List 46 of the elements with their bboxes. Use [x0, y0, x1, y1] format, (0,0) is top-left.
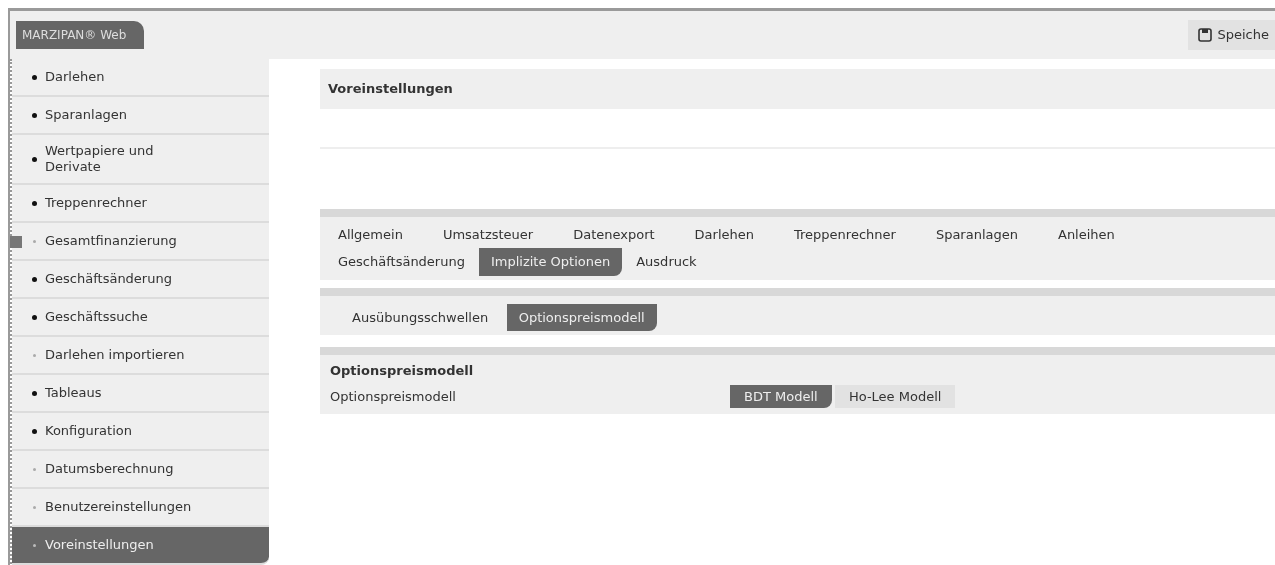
bullet-icon — [32, 504, 37, 510]
tab[interactable]: Umsatzsteuer — [430, 220, 546, 248]
bullet-icon — [32, 74, 37, 80]
option-button[interactable]: Ho-Lee Modell — [834, 384, 956, 408]
sidebar-item[interactable]: Darlehen importieren — [12, 337, 269, 375]
bullet-icon — [32, 466, 37, 472]
tab[interactable]: Implizite Optionen — [478, 248, 623, 276]
sidebar-item[interactable]: Geschäftssuche — [12, 299, 269, 337]
sidebar-item[interactable]: Datumsberechnung — [12, 451, 269, 489]
bullet-icon — [32, 156, 37, 162]
sidebar-item[interactable]: Voreinstellungen — [12, 527, 269, 565]
tab[interactable]: Treppenrechner — [782, 220, 908, 248]
sidebar-item[interactable]: Wertpapiere und Derivate — [12, 135, 269, 185]
subtab[interactable]: Optionspreismodell — [506, 303, 657, 331]
tab[interactable]: Ausdruck — [624, 248, 709, 276]
sidebar-item[interactable]: Konfiguration — [12, 413, 269, 451]
bullet-icon — [32, 200, 37, 206]
bullet-icon — [32, 314, 37, 320]
sidebar-item[interactable]: Gesamtfinanzierung — [12, 223, 269, 261]
bullet-icon — [32, 542, 37, 548]
bullet-icon — [32, 238, 37, 244]
sidebar-item[interactable]: Benutzereinstellungen — [12, 489, 269, 527]
save-icon — [1197, 28, 1212, 42]
option-button[interactable]: BDT Modell — [730, 384, 832, 408]
field-label: Optionspreismodell — [330, 387, 457, 406]
section-title: Optionspreismodell — [330, 362, 475, 380]
sidebar-item[interactable]: Darlehen — [12, 59, 269, 97]
bullet-icon — [32, 112, 37, 118]
sidebar-item[interactable]: Sparanlagen — [12, 97, 269, 135]
save-button[interactable]: Speiche — [1187, 20, 1275, 50]
bullet-icon — [32, 352, 37, 358]
subtab[interactable]: Ausübungsschwellen — [340, 303, 501, 331]
tab[interactable]: Datenexport — [561, 220, 667, 248]
bullet-icon — [32, 428, 37, 434]
page-title: Voreinstellungen — [320, 69, 1275, 109]
logo: MARZIPAN® Web — [16, 21, 145, 49]
sidebar-item[interactable]: Tableaus — [12, 375, 269, 413]
tab[interactable]: Darlehen — [682, 220, 767, 248]
tab[interactable]: Allgemein — [326, 220, 415, 248]
tab[interactable]: Anleihen — [1046, 220, 1127, 248]
bullet-icon — [32, 390, 37, 396]
sidebar-item[interactable]: Geschäftsänderung — [12, 261, 269, 299]
tab[interactable]: Geschäftsänderung — [326, 248, 477, 276]
sidebar-item[interactable]: Treppenrechner — [12, 185, 269, 223]
bullet-icon — [32, 276, 37, 282]
tab[interactable]: Sparanlagen — [923, 220, 1030, 248]
